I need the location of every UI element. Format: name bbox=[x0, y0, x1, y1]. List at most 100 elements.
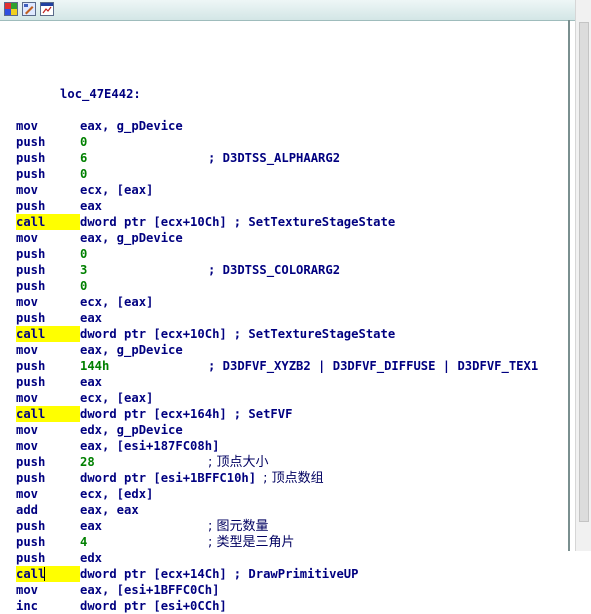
instruction-operand[interactable]: 0 bbox=[80, 246, 87, 262]
instruction-operand[interactable]: 28 bbox=[80, 454, 208, 470]
disassembly-listing[interactable]: loc_47E442: mov eax, g_pDevice push 0 push 6;… bbox=[16, 38, 538, 614]
instruction-operand[interactable]: dword ptr [esi+0CCh] bbox=[80, 598, 227, 614]
code-line[interactable]: push 4; 类型是三角片 bbox=[16, 534, 538, 550]
instruction-operand[interactable]: edx, g_pDevice bbox=[80, 422, 183, 438]
instruction-mnemonic[interactable]: call bbox=[16, 326, 80, 342]
instruction-operand[interactable]: dword ptr [ecx+14Ch] bbox=[80, 566, 227, 582]
code-line[interactable]: mov ecx, [edx] bbox=[16, 486, 538, 502]
instruction-mnemonic[interactable]: push bbox=[16, 534, 80, 550]
instruction-mnemonic[interactable]: push bbox=[16, 358, 80, 374]
instruction-operand[interactable]: ecx, [eax] bbox=[80, 294, 153, 310]
code-line[interactable]: push 0 bbox=[16, 246, 538, 262]
instruction-mnemonic[interactable]: mov bbox=[16, 230, 80, 246]
instruction-operand[interactable]: eax, [esi+187FC08h] bbox=[80, 438, 219, 454]
instruction-mnemonic[interactable]: mov bbox=[16, 182, 80, 198]
instruction-operand[interactable]: 3 bbox=[80, 262, 208, 278]
instruction-mnemonic[interactable]: push bbox=[16, 134, 80, 150]
instruction-mnemonic[interactable]: call bbox=[16, 406, 80, 422]
instruction-operand[interactable]: 6 bbox=[80, 150, 208, 166]
scrollbar-thumb[interactable] bbox=[579, 22, 589, 522]
code-line[interactable]: push 0 bbox=[16, 166, 538, 182]
instruction-mnemonic[interactable]: mov bbox=[16, 422, 80, 438]
instruction-operand[interactable]: eax, g_pDevice bbox=[80, 118, 183, 134]
code-line[interactable]: push 144h; D3DFVF_XYZB2 | D3DFVF_DIFFUSE … bbox=[16, 358, 538, 374]
code-line[interactable]: call dword ptr [ecx+164h] ; SetFVF bbox=[16, 406, 538, 422]
instruction-mnemonic[interactable]: add bbox=[16, 502, 80, 518]
instruction-mnemonic[interactable]: push bbox=[16, 470, 80, 486]
instruction-operand[interactable]: eax, g_pDevice bbox=[80, 342, 183, 358]
instruction-operand[interactable]: eax, [esi+1BFFC0Ch] bbox=[80, 582, 219, 598]
code-line[interactable]: push 0 bbox=[16, 278, 538, 294]
code-line[interactable]: mov eax, g_pDevice bbox=[16, 230, 538, 246]
instruction-mnemonic[interactable]: push bbox=[16, 374, 80, 390]
instruction-mnemonic[interactable]: call bbox=[16, 214, 80, 230]
code-line[interactable]: mov eax, g_pDevice bbox=[16, 118, 538, 134]
instruction-operand[interactable]: eax, g_pDevice bbox=[80, 230, 183, 246]
instruction-operand[interactable]: dword ptr [esi+1BFFC10h] bbox=[80, 470, 256, 486]
code-line[interactable]: add eax, eax bbox=[16, 502, 538, 518]
instruction-mnemonic[interactable]: push bbox=[16, 166, 80, 182]
instruction-operand[interactable]: eax, eax bbox=[80, 502, 139, 518]
instruction-operand[interactable]: eax bbox=[80, 374, 102, 390]
instruction-mnemonic[interactable]: push bbox=[16, 310, 80, 326]
instruction-operand[interactable]: eax bbox=[80, 198, 102, 214]
code-line[interactable]: push 3; D3DTSS_COLORARG2 bbox=[16, 262, 538, 278]
code-line[interactable]: mov ecx, [eax] bbox=[16, 294, 538, 310]
instruction-operand[interactable]: 0 bbox=[80, 134, 87, 150]
color-palette-icon[interactable] bbox=[4, 2, 18, 16]
edit-graph-icon[interactable] bbox=[22, 2, 36, 16]
instruction-operand[interactable]: 4 bbox=[80, 534, 208, 550]
vertical-scrollbar[interactable] bbox=[575, 0, 591, 551]
instruction-mnemonic[interactable]: push bbox=[16, 454, 80, 470]
code-line[interactable]: mov eax, [esi+1BFFC0Ch] bbox=[16, 582, 538, 598]
code-line[interactable]: push edx bbox=[16, 550, 538, 566]
code-line[interactable]: push 28; 顶点大小 bbox=[16, 454, 538, 470]
instruction-operand[interactable]: edx bbox=[80, 550, 102, 566]
code-label-line[interactable]: loc_47E442: bbox=[16, 70, 538, 101]
instruction-mnemonic[interactable]: mov bbox=[16, 582, 80, 598]
instruction-mnemonic[interactable]: push bbox=[16, 150, 80, 166]
code-line[interactable]: push eax; 图元数量 bbox=[16, 518, 538, 534]
instruction-mnemonic[interactable]: push bbox=[16, 518, 80, 534]
code-line[interactable]: push eax bbox=[16, 198, 538, 214]
code-line[interactable]: push eax bbox=[16, 310, 538, 326]
instruction-operand[interactable]: ecx, [eax] bbox=[80, 182, 153, 198]
instruction-mnemonic[interactable]: push bbox=[16, 246, 80, 262]
code-line[interactable]: mov edx, g_pDevice bbox=[16, 422, 538, 438]
instruction-mnemonic[interactable]: mov bbox=[16, 390, 80, 406]
instruction-operand[interactable]: 0 bbox=[80, 166, 87, 182]
instruction-operand[interactable]: eax bbox=[80, 310, 102, 326]
code-line[interactable]: mov eax, [esi+187FC08h] bbox=[16, 438, 538, 454]
instruction-mnemonic[interactable]: push bbox=[16, 262, 80, 278]
instruction-mnemonic[interactable]: mov bbox=[16, 342, 80, 358]
instruction-operand[interactable]: 0 bbox=[80, 278, 87, 294]
instruction-operand[interactable]: dword ptr [ecx+164h] bbox=[80, 406, 227, 422]
code-line[interactable]: push dword ptr [esi+1BFFC10h] ; 顶点数组 bbox=[16, 470, 538, 486]
instruction-operand[interactable]: ecx, [eax] bbox=[80, 390, 153, 406]
disassembly-view[interactable]: loc_47E442: mov eax, g_pDevice push 0 push 6;… bbox=[0, 20, 570, 613]
instruction-operand[interactable]: dword ptr [ecx+10Ch] bbox=[80, 214, 227, 230]
code-line[interactable]: call dword ptr [ecx+10Ch] ; SetTextureStag… bbox=[16, 214, 538, 230]
instruction-operand[interactable]: ecx, [edx] bbox=[80, 486, 153, 502]
code-line[interactable]: mov ecx, [eax] bbox=[16, 390, 538, 406]
instruction-mnemonic[interactable]: mov bbox=[16, 118, 80, 134]
code-line[interactable]: push eax bbox=[16, 374, 538, 390]
instruction-mnemonic[interactable]: inc bbox=[16, 598, 80, 614]
instruction-operand[interactable]: dword ptr [ecx+10Ch] bbox=[80, 326, 227, 342]
code-line[interactable]: call dword ptr [ecx+10Ch] ; SetTextureStag… bbox=[16, 326, 538, 342]
instruction-operand[interactable]: 144h bbox=[80, 358, 208, 374]
code-line[interactable]: mov eax, g_pDevice bbox=[16, 342, 538, 358]
instruction-mnemonic[interactable]: call bbox=[16, 566, 80, 582]
location-label[interactable]: loc_47E442: bbox=[60, 87, 141, 101]
instruction-mnemonic[interactable]: push bbox=[16, 550, 80, 566]
code-line[interactable]: call dword ptr [ecx+14Ch] ; DrawPrimitiveU… bbox=[16, 566, 538, 582]
code-line[interactable]: mov ecx, [eax] bbox=[16, 182, 538, 198]
instruction-mnemonic[interactable]: mov bbox=[16, 438, 80, 454]
instruction-mnemonic[interactable]: mov bbox=[16, 294, 80, 310]
instruction-mnemonic[interactable]: push bbox=[16, 278, 80, 294]
code-line[interactable]: inc dword ptr [esi+0CCh] bbox=[16, 598, 538, 614]
code-line[interactable]: push 0 bbox=[16, 134, 538, 150]
instruction-operand[interactable]: eax bbox=[80, 518, 208, 534]
instruction-mnemonic[interactable]: push bbox=[16, 198, 80, 214]
code-line[interactable]: push 6; D3DTSS_ALPHAARG2 bbox=[16, 150, 538, 166]
